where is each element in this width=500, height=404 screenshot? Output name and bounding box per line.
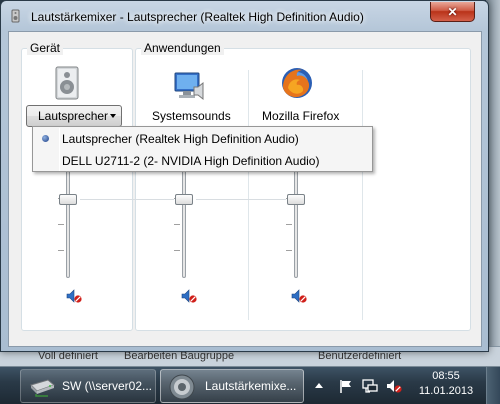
slider-tick [58,250,64,251]
menu-item-label: DELL U2711-2 (2- NVIDIA High Definition … [62,154,320,168]
slider-tick [286,250,292,251]
menu-item-realtek[interactable]: Lautsprecher (Realtek High Definition Au… [34,128,371,149]
taskbar-clock[interactable]: 08:55 11.01.2013 [418,369,474,399]
slider-tick [174,250,180,251]
speaker-app-icon [11,9,20,23]
app-label: Systemsounds [152,109,231,123]
volume-muted-icon[interactable] [181,289,197,303]
column-divider [362,70,363,320]
clock-date: 11.01.2013 [418,385,474,397]
slider-thumb[interactable] [287,194,305,205]
close-icon: ✕ [447,4,458,19]
show-hidden-icons-arrow[interactable] [314,381,324,389]
device-button-label: Lautsprecher [38,109,109,123]
action-center-flag-icon[interactable] [338,379,354,393]
device-dropdown-menu: Lautsprecher (Realtek High Definition Au… [32,126,373,172]
taskbar-button-volume-mixer[interactable]: Lautstärkemixe... [160,369,304,403]
slider-tick [174,224,180,225]
slider-tick [286,224,292,225]
applications-group-label: Anwendungen [141,41,224,55]
menu-item-dell[interactable]: DELL U2711-2 (2- NVIDIA High Definition … [34,150,371,171]
window-title: Lautstärkemixer - Lautsprecher (Realtek … [31,10,364,24]
radio-selected-icon [42,135,49,142]
show-desktop-button[interactable] [486,367,500,404]
taskbar-button-label: SW (\\server02... [62,379,153,393]
slider-tick [58,224,64,225]
level-guide-line [196,199,286,200]
clock-time: 08:55 [432,370,460,382]
network-icon[interactable] [362,379,378,393]
slider-track [66,170,70,278]
volume-muted-icon[interactable] [66,289,82,303]
slider-track [182,170,186,278]
chevron-down-icon [110,114,116,118]
column-divider [248,70,249,320]
device-select-button[interactable]: Lautsprecher [26,105,122,127]
network-drive-icon [30,379,55,397]
app-label: Mozilla Firefox [262,109,340,123]
volume-muted-icon[interactable] [386,379,402,393]
title-bar[interactable]: Lautstärkemixer - Lautsprecher (Realtek … [1,1,488,31]
speaker-device-icon [55,66,79,100]
level-guide-line [80,199,174,200]
slider-thumb[interactable] [59,194,77,205]
firefox-icon [282,68,312,98]
menu-item-label: Lautsprecher (Realtek High Definition Au… [62,132,299,146]
volume-muted-icon[interactable] [291,289,307,303]
close-button[interactable]: ✕ [430,2,475,22]
speaker-icon [169,374,195,400]
taskbar-button-label: Lautstärkemixe... [205,379,297,393]
slider-thumb[interactable] [175,194,193,205]
device-group-label: Gerät [27,41,64,55]
taskbar-button-network-drive[interactable]: SW (\\server02... [20,369,156,403]
system-sounds-icon [174,72,204,101]
slider-track [294,170,298,278]
